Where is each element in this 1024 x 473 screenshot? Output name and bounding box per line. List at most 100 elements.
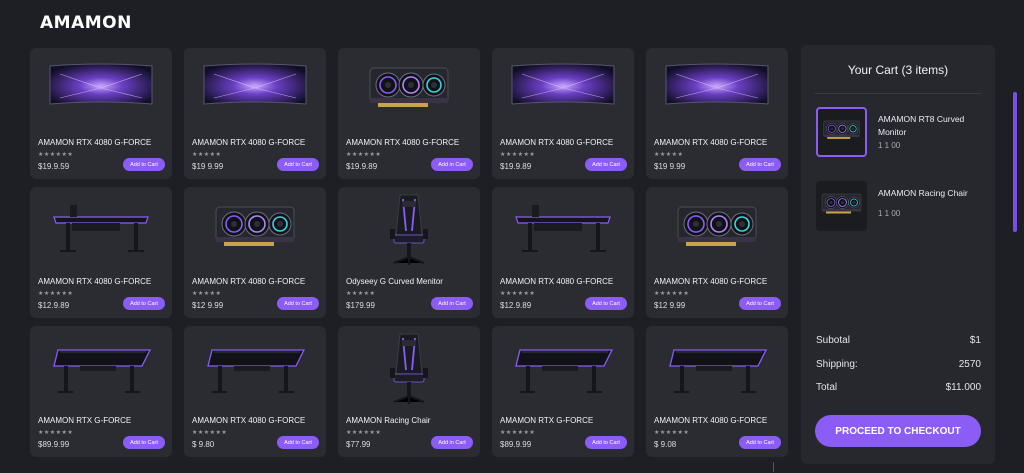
product-title: AMAMON RTX 4080 G-FORCE bbox=[192, 416, 306, 425]
rating-stars: ★★★★★★ bbox=[38, 430, 74, 436]
product-price: $19 9.99 bbox=[654, 162, 686, 171]
add-to-cart-button[interactable]: Add to Cart bbox=[739, 297, 781, 310]
product-card[interactable]: AMAMON RTX 4080 G-FORCE ★★★★★★ $12.9.89 Add… bbox=[30, 187, 172, 318]
product-price: $12 9.99 bbox=[192, 301, 224, 310]
subtotal-row: Subotal $1 bbox=[816, 335, 981, 346]
rating-stars: ★★★★★ bbox=[346, 291, 376, 297]
cart-item[interactable]: AMAMON RT8 Curved Monitor 1 1 00 bbox=[816, 107, 986, 157]
add-to-cart-button[interactable]: Add to Cart bbox=[277, 158, 319, 171]
shipping-row: Shipping: 2570 bbox=[816, 359, 981, 370]
add-to-cart-button[interactable]: Add to Cart bbox=[277, 297, 319, 310]
product-price: $89.9.99 bbox=[38, 440, 70, 449]
cart-item-name: AMAMON RT8 Curved Monitor bbox=[878, 114, 965, 137]
product-title: Odyseey G Curved Menitor bbox=[346, 277, 443, 286]
rating-stars: ★★★★★★ bbox=[346, 152, 382, 158]
total-row: Total $11.000 bbox=[816, 382, 981, 393]
add-to-cart-button[interactable]: Add to Cart bbox=[739, 436, 781, 449]
divider bbox=[773, 462, 774, 472]
checkout-button[interactable]: PROCEED TO CHECKOUT bbox=[815, 415, 981, 447]
cart-item-thumbnail[interactable] bbox=[816, 181, 867, 231]
product-price: $12.9.89 bbox=[500, 301, 532, 310]
cart-item-thumbnail[interactable] bbox=[816, 107, 867, 157]
product-card[interactable]: AMAMON Racing Chair ★★★★★★ $77.99 Add in Ca… bbox=[338, 326, 480, 457]
product-card[interactable]: AMAMON RTX 4080 G-FORCE ★★★★★★ $12.9.89 Add… bbox=[492, 187, 634, 318]
product-image bbox=[184, 52, 326, 132]
product-price: $12 9.99 bbox=[654, 301, 686, 310]
product-price: $19.9.59 bbox=[38, 162, 70, 171]
product-price: $19 9.99 bbox=[192, 162, 224, 171]
rating-stars: ★★★★★★ bbox=[38, 152, 74, 158]
total-label: Total bbox=[816, 382, 838, 393]
product-card[interactable]: AMAMON RTX G-FORCE ★★★★★★ $89.9.99 Add to C… bbox=[492, 326, 634, 457]
rating-stars: ★★★★★★ bbox=[38, 291, 74, 297]
add-to-cart-button[interactable]: Add to Cart bbox=[739, 158, 781, 171]
product-image bbox=[184, 191, 326, 271]
cart-item-name: AMAMON Racing Chair bbox=[878, 188, 968, 198]
add-to-cart-button[interactable]: Add in Cart bbox=[431, 297, 473, 310]
product-title: AMAMON RTX 4080 G-FORCE bbox=[654, 277, 768, 286]
product-card[interactable]: AMAMON RTX 4080 G-FORCE ★★★★★ $19 9.99 Add … bbox=[184, 48, 326, 179]
add-to-cart-button[interactable]: Add to Cart bbox=[123, 436, 165, 449]
cart-title: Your Cart (3 items) bbox=[847, 63, 949, 77]
product-price: $ 9.80 bbox=[192, 440, 215, 449]
product-price: $ 9.08 bbox=[654, 440, 677, 449]
rating-stars: ★★★★★★ bbox=[192, 430, 228, 436]
product-price: $179.99 bbox=[346, 301, 375, 310]
product-card[interactable]: AMAMON RTX 4080 G-FORCE ★★★★★★ $ 9.80 Add t… bbox=[184, 326, 326, 457]
subtotal-label: Subotal bbox=[816, 335, 850, 346]
rating-stars: ★★★★★★ bbox=[654, 430, 690, 436]
rating-stars: ★★★★★★ bbox=[654, 291, 690, 297]
add-to-cart-button[interactable]: Add to Cart bbox=[585, 297, 627, 310]
add-to-cart-button[interactable]: Add to Cart bbox=[123, 297, 165, 310]
product-price: $19.9.89 bbox=[346, 162, 378, 171]
product-title: AMAMON RTX 4080 G-FORCE bbox=[192, 138, 306, 147]
divider bbox=[815, 93, 981, 94]
product-card[interactable]: AMAMON RTX G-FORCE ★★★★★★ $89.9.99 Add to C… bbox=[30, 326, 172, 457]
product-image bbox=[492, 330, 634, 410]
add-to-cart-button[interactable]: Add to Cart bbox=[585, 158, 627, 171]
product-image bbox=[492, 191, 634, 271]
product-card[interactable]: AMAMON RTX 4080 G-FORCE ★★★★★★ $19.9.89 Add… bbox=[338, 48, 480, 179]
rating-stars: ★★★★★★ bbox=[346, 430, 382, 436]
rating-stars: ★★★★★ bbox=[654, 152, 684, 158]
product-card[interactable]: AMAMON RTX 4080 G-FORCE ★★★★★★ $ 9.08 Add t… bbox=[646, 326, 788, 457]
rating-stars: ★★★★★★ bbox=[500, 291, 536, 297]
product-card[interactable]: Odyseey G Curved Menitor ★★★★★ $179.99 Add … bbox=[338, 187, 480, 318]
scrollbar[interactable] bbox=[1013, 92, 1017, 232]
product-price: $19.9.89 bbox=[500, 162, 532, 171]
product-price: $12.9.89 bbox=[38, 301, 70, 310]
product-title: AMAMON Racing Chair bbox=[346, 416, 431, 425]
product-grid: AMAMON RTX 4080 G-FORCE ★★★★★★ $19.9.59 Add… bbox=[30, 48, 788, 457]
shipping-value: 2570 bbox=[958, 359, 981, 370]
product-image bbox=[646, 52, 788, 132]
product-card[interactable]: AMAMON RTX 4080 G-FORCE ★★★★★★ $19.9.59 Add… bbox=[30, 48, 172, 179]
rating-stars: ★★★★★ bbox=[192, 291, 222, 297]
add-to-cart-button[interactable]: Add to Cart bbox=[123, 158, 165, 171]
add-to-cart-button[interactable]: Add to Cart bbox=[585, 436, 627, 449]
product-card[interactable]: AMAMON RTX 4080 G-FORCE ★★★★★ $19 9.99 Add … bbox=[646, 48, 788, 179]
product-title: AMAMON RTX 4080 G-FORCE bbox=[500, 138, 614, 147]
rating-stars: ★★★★★★ bbox=[500, 430, 536, 436]
product-image bbox=[184, 330, 326, 410]
product-image bbox=[338, 52, 480, 132]
product-card[interactable]: AMAMON RTX 4080 G-FORCE ★★★★★★ $19.9.89 Add… bbox=[492, 48, 634, 179]
subtotal-value: $1 bbox=[969, 335, 981, 346]
rating-stars: ★★★★★ bbox=[192, 152, 222, 158]
add-to-cart-button[interactable]: Add to Cart bbox=[277, 436, 319, 449]
shipping-label: Shipping: bbox=[816, 359, 858, 370]
product-title: AMAMON RTX 4080 G-FORCE bbox=[346, 138, 460, 147]
product-image bbox=[30, 52, 172, 132]
product-image bbox=[30, 191, 172, 271]
product-title: AMAMON RTX 4080 G-FORCE bbox=[654, 416, 768, 425]
cart-item[interactable]: AMAMON Racing Chair 1 1 00 bbox=[816, 181, 986, 231]
product-image bbox=[338, 330, 480, 410]
product-card[interactable]: AMAMON RTX 4080 G-FORCE ★★★★★ $12 9.99 Add … bbox=[184, 187, 326, 318]
add-to-cart-button[interactable]: Add in Cart bbox=[431, 158, 473, 171]
add-to-cart-button[interactable]: Add in Cart bbox=[431, 436, 473, 449]
product-title: AMAMON RTX 4080 G-FORCE bbox=[38, 138, 152, 147]
product-title: AMAMON RTX G-FORCE bbox=[500, 416, 594, 425]
product-price: $77.99 bbox=[346, 440, 371, 449]
product-title: AMAMON RTX 4080 G-FORCE bbox=[192, 277, 306, 286]
product-card[interactable]: AMAMON RTX 4080 G-FORCE ★★★★★★ $12 9.99 Add… bbox=[646, 187, 788, 318]
site-logo[interactable]: AMAMON bbox=[40, 13, 132, 33]
